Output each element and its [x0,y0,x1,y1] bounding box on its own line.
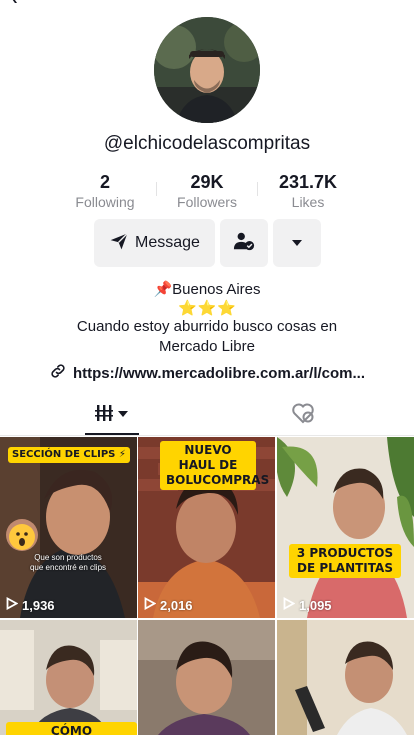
stat-likes-value: 231.7K [278,172,338,192]
stat-likes[interactable]: 231.7K Likes [253,172,363,212]
video-thumbnail[interactable] [138,620,275,735]
grid-bars-icon [95,403,129,428]
video-tag: SECCIÓN DE CLIPS ⚡ [8,447,130,463]
profile-tabs [0,396,414,436]
emoji-face-icon [8,523,36,556]
bio-stars: ⭐ ⭐ ⭐ [0,299,414,319]
star-icon: ⭐ [177,300,197,317]
stat-followers[interactable]: 29K Followers [152,172,262,212]
person-check-icon [233,230,255,257]
view-count: 1,095 [283,596,332,613]
video-thumbnail[interactable]: SECCIÓN DE CLIPS ⚡ Que son productos que… [0,437,137,618]
video-thumbnail[interactable]: CÓMO APROVECHAR [0,620,137,735]
profile-link[interactable]: https://www.mercadolibre.com.ar/l/com... [0,362,414,384]
view-count-value: 1,095 [299,597,332,613]
stat-following[interactable]: 2 Following [50,172,160,212]
triangle-down-icon [291,234,303,252]
bio-location: 📌Buenos Aires [153,281,261,298]
tab-videos[interactable] [85,396,139,435]
tab-liked[interactable] [288,396,318,435]
video-tag: CÓMO APROVECHAR [6,722,137,735]
play-icon [144,596,157,613]
heart-hidden-icon [291,402,315,429]
stat-followers-label: Followers [177,194,237,210]
stat-following-value: 2 [99,172,110,192]
link-icon [49,362,67,384]
message-label: Message [135,234,200,251]
stat-likes-label: Likes [291,194,325,210]
video-tag: NUEVO HAUL DE BOLUCOMPRAS [160,441,269,490]
avatar[interactable] [154,17,260,123]
play-icon [6,596,19,613]
star-icon: ⭐ [217,300,237,317]
bio-line: Cuando estoy aburrido busco cosas en [76,318,338,335]
video-caption: Que son productos que encontré en clips [29,553,107,572]
view-count-value: 1,936 [22,597,55,613]
stat-followers-value: 29K [190,172,224,192]
stat-following-label: Following [75,194,135,210]
active-tab-indicator [85,433,139,435]
username: @elchicodelascompritas [103,133,311,154]
bio-line: Mercado Libre [159,338,255,355]
video-thumbnail[interactable]: 3 PRODUCTOS DE PLANTITAS 1,095 [277,437,414,618]
profile-link-text: https://www.mercadolibre.com.ar/l/com... [72,364,365,382]
video-grid: SECCIÓN DE CLIPS ⚡ Que son productos que… [0,437,414,735]
view-count: 1,936 [6,596,55,613]
top-bar-clipped: ‹ [0,0,414,8]
video-thumbnail[interactable] [277,620,414,735]
view-count-value: 2,016 [160,597,193,613]
video-tag: 3 PRODUCTOS DE PLANTITAS [289,544,401,578]
more-options-button[interactable] [273,219,321,267]
view-count: 2,016 [144,596,193,613]
stats-row: 2 Following 29K Followers 231.7K Likes [0,172,414,212]
star-icon: ⭐ [197,300,217,317]
video-thumbnail[interactable]: NUEVO HAUL DE BOLUCOMPRAS 2,016 [138,437,275,618]
send-icon [109,231,129,256]
message-button[interactable]: Message [94,219,215,267]
following-status-button[interactable] [220,219,268,267]
play-icon [283,596,296,613]
